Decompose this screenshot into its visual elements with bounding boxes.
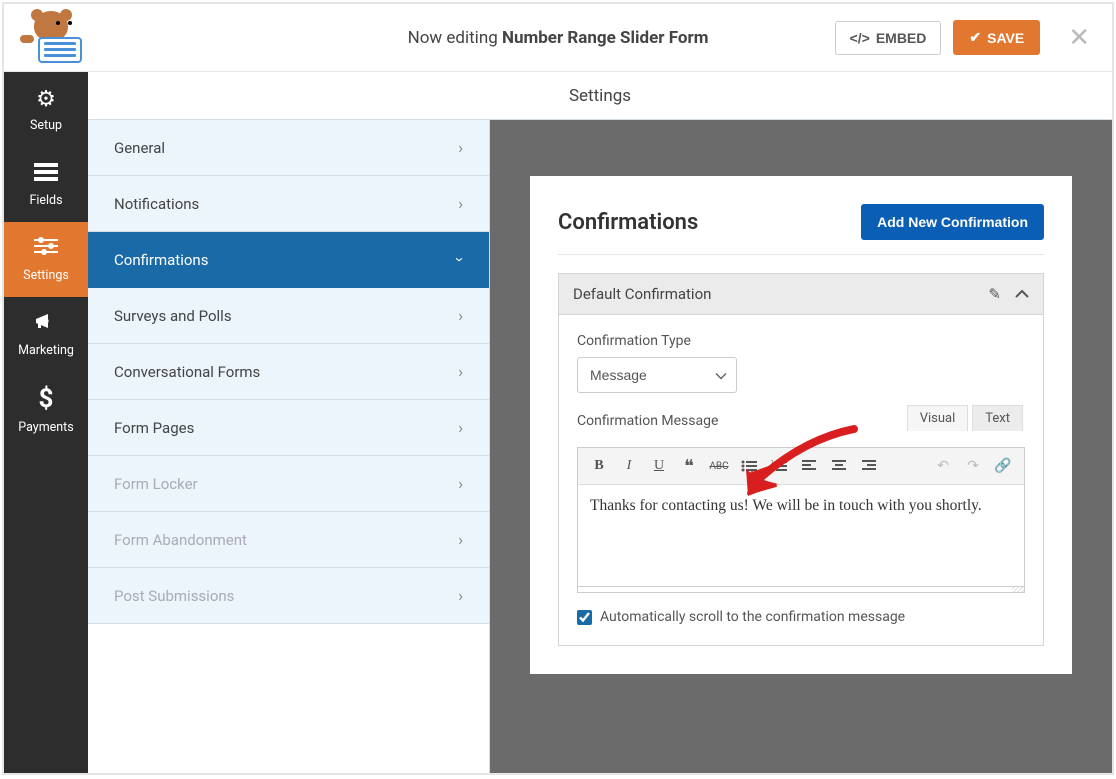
undo-button[interactable]: ↶: [930, 453, 956, 479]
save-label: SAVE: [987, 30, 1024, 46]
nav-marketing-label: Marketing: [18, 343, 74, 358]
settings-postsubmissions-label: Post Submissions: [114, 587, 234, 605]
editor-tab-visual[interactable]: Visual: [907, 405, 969, 431]
nav-fields[interactable]: Fields: [4, 147, 88, 222]
save-button[interactable]: ✔ SAVE: [953, 20, 1040, 55]
chevron-right-icon: ›: [458, 530, 463, 549]
nav-setup-label: Setup: [30, 118, 62, 133]
sliders-icon: [34, 236, 58, 262]
align-right-button[interactable]: [856, 453, 882, 479]
editing-prefix: Now editing: [408, 28, 502, 48]
edit-icon[interactable]: ✎: [988, 285, 1001, 303]
nav-settings-label: Settings: [23, 268, 69, 283]
bullhorn-icon: [34, 311, 58, 337]
gear-icon: ⚙: [36, 87, 56, 112]
settings-item-general[interactable]: General ›: [88, 120, 489, 176]
confirmation-type-select[interactable]: Message: [577, 357, 737, 393]
app-logo: [20, 11, 90, 65]
editor-resize-handle[interactable]: [577, 587, 1025, 593]
italic-button[interactable]: I: [616, 453, 642, 479]
settings-item-formpages[interactable]: Form Pages ›: [88, 400, 489, 456]
chevron-down-icon: ›: [451, 257, 470, 262]
settings-item-postsubmissions[interactable]: Post Submissions ›: [88, 568, 489, 624]
settings-item-surveys[interactable]: Surveys and Polls ›: [88, 288, 489, 344]
editing-label: Now editing Number Range Slider Form: [408, 28, 709, 48]
confirmation-block: Default Confirmation ✎ Confirmation Type: [558, 273, 1044, 646]
bullet-list-button[interactable]: [736, 453, 762, 479]
chevron-right-icon: ›: [458, 474, 463, 493]
nav-fields-label: Fields: [29, 193, 62, 208]
confirmation-type-label: Confirmation Type: [577, 333, 1025, 349]
settings-abandonment-label: Form Abandonment: [114, 531, 247, 549]
auto-scroll-label: Automatically scroll to the confirmation…: [600, 609, 905, 625]
check-icon: ✔: [969, 29, 981, 46]
close-button[interactable]: ✕: [1062, 23, 1096, 53]
redo-button[interactable]: ↷: [960, 453, 986, 479]
chevron-right-icon: ›: [458, 194, 463, 213]
nav-payments[interactable]: $ Payments: [4, 372, 88, 447]
settings-item-conversational[interactable]: Conversational Forms ›: [88, 344, 489, 400]
main-content: Confirmations Add New Confirmation Defau…: [490, 120, 1112, 773]
settings-surveys-label: Surveys and Polls: [114, 307, 232, 325]
chevron-right-icon: ›: [458, 418, 463, 437]
settings-item-abandonment[interactable]: Form Abandonment ›: [88, 512, 489, 568]
topbar: Now editing Number Range Slider Form </>…: [4, 4, 1112, 72]
editor-toolbar: B I U ❝ ABC 123: [577, 447, 1025, 485]
underline-button[interactable]: U: [646, 453, 672, 479]
quote-button[interactable]: ❝: [676, 453, 702, 479]
chevron-right-icon: ›: [458, 138, 463, 157]
editor-tab-text[interactable]: Text: [972, 405, 1023, 431]
align-left-button[interactable]: [796, 453, 822, 479]
settings-item-formlocker[interactable]: Form Locker ›: [88, 456, 489, 512]
confirmation-header[interactable]: Default Confirmation ✎: [559, 274, 1043, 315]
chevron-right-icon: ›: [458, 586, 463, 605]
dollar-icon: $: [39, 384, 54, 414]
nav-setup[interactable]: ⚙ Setup: [4, 72, 88, 147]
align-center-button[interactable]: [826, 453, 852, 479]
embed-label: EMBED: [876, 30, 927, 46]
settings-notifications-label: Notifications: [114, 195, 199, 213]
confirmations-panel: Confirmations Add New Confirmation Defau…: [530, 176, 1072, 674]
settings-conversational-label: Conversational Forms: [114, 363, 260, 381]
settings-formlocker-label: Form Locker: [114, 475, 198, 493]
auto-scroll-row[interactable]: Automatically scroll to the confirmation…: [577, 609, 1025, 625]
link-button[interactable]: 🔗: [990, 453, 1016, 479]
embed-button[interactable]: </> EMBED: [835, 21, 942, 55]
code-icon: </>: [850, 30, 870, 46]
nav-payments-label: Payments: [18, 420, 73, 435]
strikethrough-button[interactable]: ABC: [706, 453, 732, 479]
add-new-confirmation-button[interactable]: Add New Confirmation: [861, 204, 1044, 240]
settings-general-label: General: [114, 139, 165, 157]
chevron-right-icon: ›: [458, 362, 463, 381]
confirmation-name: Default Confirmation: [573, 285, 711, 303]
panel-title: Confirmations: [558, 210, 698, 235]
nav-settings[interactable]: Settings: [4, 222, 88, 297]
settings-sidebar: General › Notifications › Confirmations …: [88, 72, 490, 773]
settings-item-notifications[interactable]: Notifications ›: [88, 176, 489, 232]
list-icon: [34, 162, 58, 187]
settings-formpages-label: Form Pages: [114, 419, 194, 437]
confirmation-message-editor[interactable]: Thanks for contacting us! We will be in …: [577, 485, 1025, 587]
settings-confirmations-label: Confirmations: [114, 251, 208, 269]
numbered-list-button[interactable]: 123: [766, 453, 792, 479]
nav-marketing[interactable]: Marketing: [4, 297, 88, 372]
settings-header: Settings: [88, 72, 1112, 120]
bold-button[interactable]: B: [586, 453, 612, 479]
svg-text:3: 3: [771, 468, 774, 472]
auto-scroll-checkbox[interactable]: [577, 610, 592, 625]
chevron-right-icon: ›: [458, 306, 463, 325]
collapse-icon[interactable]: [1015, 285, 1029, 303]
settings-item-confirmations[interactable]: Confirmations ›: [88, 232, 489, 288]
form-name: Number Range Slider Form: [502, 28, 708, 48]
vertical-nav: ⚙ Setup Fields Settings Marketing: [4, 72, 88, 773]
